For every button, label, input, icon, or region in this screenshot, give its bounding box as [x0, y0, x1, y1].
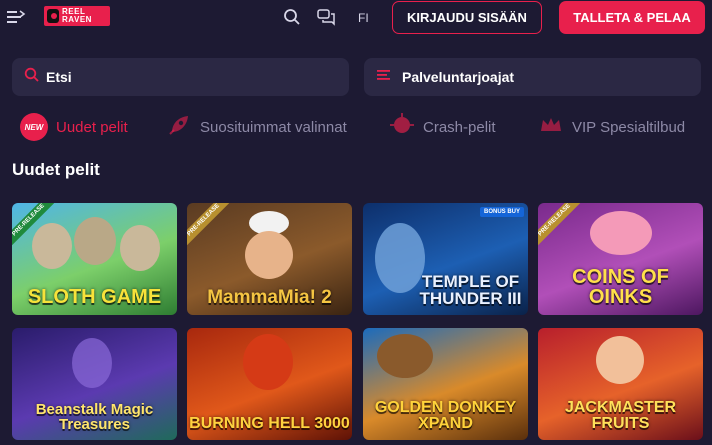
search-placeholder: Etsi	[46, 69, 72, 85]
game-title: TEMPLE OF THUNDER III	[419, 272, 522, 308]
game-tile[interactable]: GOLDEN DONKEY XPAND	[363, 328, 528, 440]
bonus-buy-tag: BONUS BUY	[479, 207, 524, 217]
game-title: MammaMia! 2	[207, 287, 332, 308]
chat-icon[interactable]	[317, 8, 335, 26]
language-selector[interactable]: FI	[358, 11, 369, 25]
search-input[interactable]: Etsi	[12, 58, 349, 96]
crown-icon	[538, 112, 564, 143]
brand-logo[interactable]: REEL RAVEN	[44, 6, 110, 26]
game-tile[interactable]: Beanstalk Magic Treasures	[12, 328, 177, 440]
tab-vip-offers[interactable]: VIP Spesialtilbud	[538, 112, 685, 142]
game-tile[interactable]: PRE-RELEASE MammaMia! 2	[187, 203, 352, 315]
tab-label: Crash-pelit	[423, 118, 496, 136]
game-tile[interactable]: BONUS BUY TEMPLE OF THUNDER III	[363, 203, 528, 315]
game-tile[interactable]: BURNING HELL 3000	[187, 328, 352, 440]
game-title: SLOTH GAME	[27, 286, 162, 308]
crash-icon	[389, 112, 415, 143]
raven-icon	[47, 9, 60, 23]
menu-toggle-icon[interactable]	[6, 8, 26, 26]
game-tile[interactable]: PRE-RELEASE SLOTH GAME	[12, 203, 177, 315]
search-icon	[24, 67, 40, 88]
top-header: REEL RAVEN FI KIRJAUDU SISÄÄN TALLETA & …	[0, 0, 712, 38]
game-title: BURNING HELL 3000	[189, 415, 350, 432]
tab-new-games[interactable]: NEW Uudet pelit	[20, 112, 128, 142]
game-tile[interactable]: JACKMASTER FRUITS	[538, 328, 703, 440]
tab-label: VIP Spesialtilbud	[572, 118, 686, 136]
game-title: GOLDEN DONKEY XPAND	[374, 399, 517, 432]
game-title: COINS OF OINKS	[572, 266, 669, 308]
section-title: Uudet pelit	[12, 160, 100, 179]
login-button[interactable]: KIRJAUDU SISÄÄN	[392, 1, 542, 34]
rocket-icon	[166, 112, 192, 143]
filter-list-icon	[376, 67, 392, 88]
deposit-play-button[interactable]: TALLETA & PELAA	[559, 1, 705, 34]
pre-release-ribbon: PRE-RELEASE	[538, 203, 584, 250]
logo-text: REEL RAVEN	[62, 7, 92, 24]
tab-label: Suosituimmat valinnat	[200, 118, 347, 136]
tab-popular[interactable]: Suosituimmat valinnat	[166, 112, 347, 142]
new-badge-icon: NEW	[20, 113, 48, 141]
game-title: Beanstalk Magic Treasures	[35, 401, 154, 433]
game-tile[interactable]: PRE-RELEASE COINS OF OINKS	[538, 203, 703, 315]
providers-dropdown[interactable]: Palveluntarjoajat	[364, 58, 701, 96]
providers-label: Palveluntarjoajat	[402, 69, 515, 85]
search-icon[interactable]	[283, 8, 301, 26]
game-title: JACKMASTER FRUITS	[564, 399, 677, 432]
tab-crash-games[interactable]: Crash-pelit	[389, 112, 496, 142]
pre-release-ribbon: PRE-RELEASE	[187, 203, 233, 250]
tab-label: Uudet pelit	[56, 118, 128, 136]
